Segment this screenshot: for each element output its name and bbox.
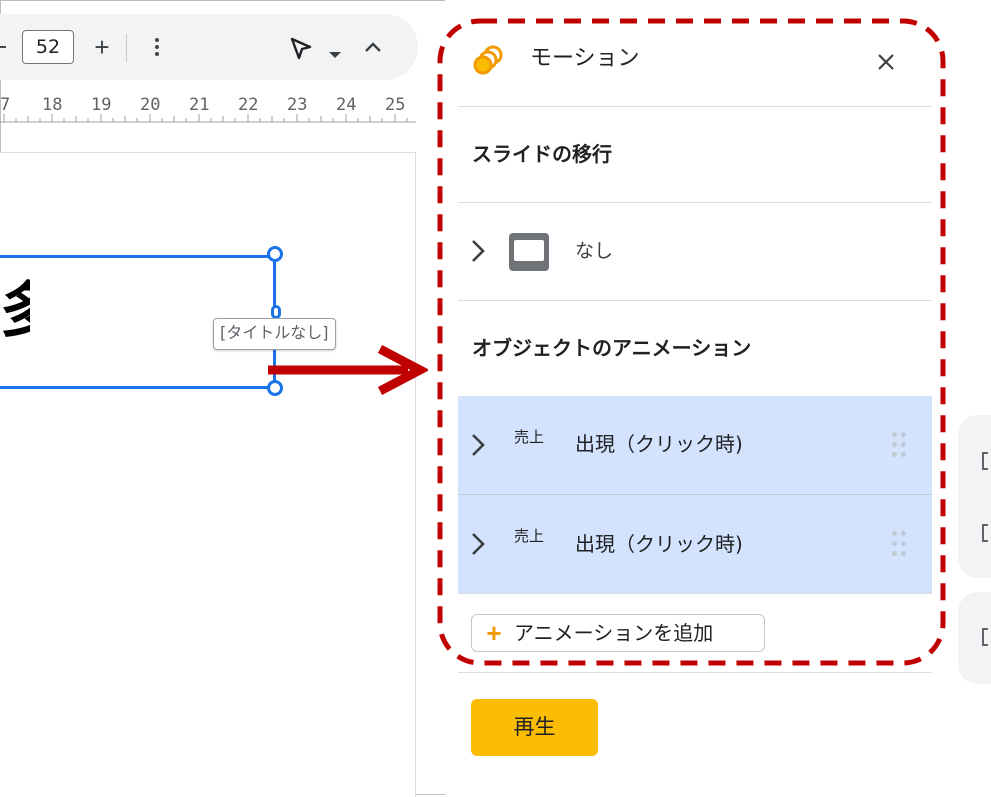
ruler-label: 24: [336, 95, 357, 115]
more-vert-icon[interactable]: [154, 37, 160, 59]
ruler-label: 20: [140, 95, 161, 115]
ruler-label: 7: [0, 95, 11, 115]
ruler-label: 23: [287, 95, 308, 115]
annotation-highlight-frame: [437, 18, 946, 666]
horizontal-ruler: 7 18 19 20 21 22 23 24 25: [0, 92, 416, 124]
divider: [458, 672, 932, 673]
toolbar-divider: [126, 34, 127, 62]
ruler-label: 19: [91, 95, 112, 115]
gutter-icon[interactable]: [982, 524, 988, 542]
plus-icon[interactable]: +: [92, 34, 112, 60]
gutter-icon[interactable]: [982, 628, 988, 646]
caret-down-icon[interactable]: [328, 44, 342, 58]
gutter-button-group: [958, 415, 991, 578]
resize-handle-top-right[interactable]: [267, 246, 283, 262]
ruler-label: 22: [238, 95, 259, 115]
play-button[interactable]: 再生: [471, 699, 598, 756]
slide-canvas[interactable]: [0, 152, 416, 797]
ruler-label: 21: [189, 95, 210, 115]
ruler-label: 25: [385, 95, 406, 115]
minus-icon[interactable]: [0, 46, 6, 48]
annotation-arrow: [268, 345, 428, 395]
resize-handle-right[interactable]: [271, 305, 281, 319]
gutter-icon[interactable]: [982, 452, 988, 470]
chevron-up-icon[interactable]: [362, 38, 384, 56]
select-cursor-icon[interactable]: [288, 36, 314, 62]
title-text-fragment: 多: [0, 276, 30, 346]
ruler-label: 18: [42, 95, 63, 115]
zoom-input[interactable]: 52: [22, 30, 74, 64]
